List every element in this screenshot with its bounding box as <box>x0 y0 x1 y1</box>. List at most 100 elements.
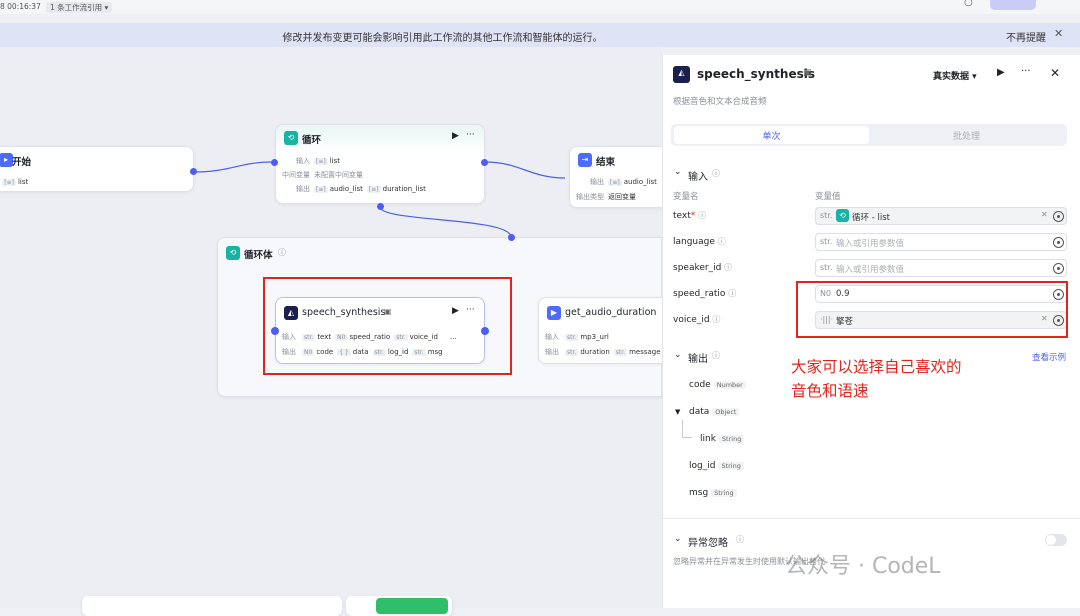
caret-down-icon: ▾ <box>104 3 109 12</box>
row-label: 输入 <box>296 157 310 165</box>
field-placeholder: 输入或引用参数值 <box>836 265 905 275</box>
workflow-ref-dropdown[interactable]: 1 条工作流引用 ▾ <box>46 2 113 13</box>
reference-icon[interactable] <box>1053 211 1064 222</box>
row-label: 输出 <box>590 178 604 186</box>
tree-connector <box>682 420 692 438</box>
exception-toggle[interactable] <box>1045 534 1067 546</box>
loop-intermediate-row: 中间变量 未配置中间变量 <box>276 170 363 180</box>
loop-input-row: 输入 [≡] list <box>276 156 344 166</box>
info-icon[interactable]: ⓘ <box>736 534 744 545</box>
duration-node-title: get_audio_duration <box>565 307 657 318</box>
type-tag: [≡] <box>366 186 381 193</box>
canvas-toolbar[interactable] <box>82 596 342 616</box>
info-icon[interactable]: ⓘ <box>698 211 706 220</box>
close-icon[interactable]: ✕ <box>1050 66 1060 80</box>
close-icon[interactable]: ✕ <box>1054 27 1063 40</box>
more-icon[interactable]: ··· <box>1021 66 1031 77</box>
var-name: duration_list <box>382 185 426 193</box>
output-type: String <box>718 435 745 443</box>
help-icon[interactable]: ○ <box>964 0 973 8</box>
publish-button[interactable] <box>990 0 1036 10</box>
duration-output-row: 输出 str. duration str. message <box>545 347 665 357</box>
info-icon[interactable]: ⓘ <box>712 315 720 324</box>
clear-icon[interactable]: ✕ <box>1041 210 1048 219</box>
doc-icon[interactable]: ▣ <box>803 68 812 78</box>
watermark: 公众号 · CodeL <box>785 554 941 579</box>
output-var: str. duration <box>565 348 610 356</box>
time-label: 8 00:16:37 <box>0 2 41 11</box>
reference-icon[interactable] <box>1053 263 1064 274</box>
tab-batch[interactable]: 批处理 <box>953 129 980 142</box>
field-value: 循环 - list <box>852 213 890 223</box>
mode-select[interactable]: 真实数据 ▾ <box>933 69 977 82</box>
row-value: 未配置中间变量 <box>314 171 363 179</box>
field-name-text: speaker_id <box>673 263 722 273</box>
start-node-title: 开始 <box>12 157 32 168</box>
info-icon[interactable]: ⓘ <box>728 289 736 298</box>
chevron-down-icon[interactable]: ⌄ <box>674 350 682 360</box>
test-run-button[interactable] <box>376 598 448 614</box>
tab-single-label: 单次 <box>762 132 781 142</box>
field-placeholder: 输入或引用参数值 <box>836 239 905 249</box>
output-name: data <box>689 407 710 417</box>
info-icon[interactable]: ⓘ <box>278 247 286 258</box>
info-icon[interactable]: ⓘ <box>718 237 726 246</box>
dismiss-link[interactable]: 不再提醒 <box>1006 29 1046 44</box>
output-code: code Number <box>689 380 746 390</box>
end-node[interactable]: ⇥ 结束 输出 [≡] audio_list 输出类型 返回变量 <box>569 146 669 208</box>
row-label: 输出 <box>545 348 559 356</box>
chevron-down-icon[interactable]: ⌄ <box>674 534 682 544</box>
top-bar: 8 00:16:37 1 条工作流引用 ▾ ○ <box>0 0 1080 14</box>
more-icon[interactable]: ··· <box>466 130 475 140</box>
type-tag: str. <box>820 237 833 246</box>
loop-icon: ⟲ <box>836 209 849 222</box>
loop-input-port[interactable] <box>271 159 278 166</box>
output-type: Number <box>713 381 746 389</box>
loop-body-top-port[interactable] <box>508 234 515 241</box>
tab-single[interactable]: 单次 <box>674 126 869 144</box>
type-tag: [≡] <box>314 186 328 193</box>
chevron-down-icon[interactable]: ⌄ <box>674 167 682 177</box>
loop-body-title: 循环体 <box>244 250 273 261</box>
field-input[interactable]: str. 输入或引用参数值 <box>815 233 1067 251</box>
banner-message: 修改并发布变更可能会影响引用此工作流的其他工作流和智能体的运行。 <box>282 33 603 44</box>
loop-body-icon: ⟲ <box>226 246 240 260</box>
info-icon[interactable]: ⓘ <box>712 350 720 361</box>
loop-node-title: 循环 <box>302 135 322 146</box>
mode-label: 真实数据 <box>933 72 970 82</box>
type-tag: [≡] <box>2 179 16 186</box>
audio-duration-node[interactable]: ▶ get_audio_duration 输入 str. mp3_url 输出 str… <box>538 297 668 364</box>
loop-output-row: 输出 [≡] audio_list [≡] duration_list <box>276 184 430 194</box>
info-icon[interactable]: ⓘ <box>724 263 732 272</box>
type-tag: [≡] <box>314 158 328 165</box>
info-icon[interactable]: ⓘ <box>712 168 720 179</box>
loop-output-port[interactable] <box>481 159 488 166</box>
loop-input-var: [≡] list <box>314 157 340 165</box>
field-input[interactable]: str. ⟲ 循环 - list ✕ <box>815 207 1067 225</box>
divider <box>663 518 1080 519</box>
ref-count-label: 1 条工作流引用 <box>50 3 103 12</box>
run-icon[interactable]: ▶ <box>997 67 1005 78</box>
start-node[interactable]: ▸ 开始 入 [≡]list <box>0 146 194 192</box>
field-input[interactable]: str. 输入或引用参数值 <box>815 259 1067 277</box>
field-name-text: language <box>673 237 715 247</box>
run-toolbar[interactable] <box>346 596 452 616</box>
end-type-row: 输出类型 返回变量 <box>570 192 636 202</box>
field-name-text: voice_id <box>673 315 710 325</box>
reference-icon[interactable] <box>1053 237 1064 248</box>
caret-down-icon[interactable]: ▼ <box>675 408 680 416</box>
start-output-port[interactable] <box>190 168 197 175</box>
run-icon[interactable]: ▶ <box>452 131 459 141</box>
var-name: list <box>329 157 340 165</box>
end-icon: ⇥ <box>578 153 592 167</box>
output-type: Object <box>712 408 740 416</box>
col-name-header: 变量名 <box>673 192 699 202</box>
view-example-link[interactable]: 查看示例 <box>1032 351 1066 363</box>
start-input-row: 入 [≡]list <box>0 177 32 187</box>
workflow-canvas[interactable]: ▸ 开始 入 [≡]list ⟲ 循环 ▶ ··· 输入[≡]list 中间变量… <box>0 47 669 616</box>
loop-body-port[interactable] <box>377 203 384 210</box>
loop-node[interactable]: ⟲ 循环 ▶ ··· 输入 [≡] list 中间变量 未配置中间变量 输出 [≡] au… <box>275 124 485 204</box>
annotation-line2: 音色和语速 <box>791 382 869 400</box>
highlight-box <box>263 277 512 375</box>
row-label: 输出类型 <box>576 193 604 201</box>
